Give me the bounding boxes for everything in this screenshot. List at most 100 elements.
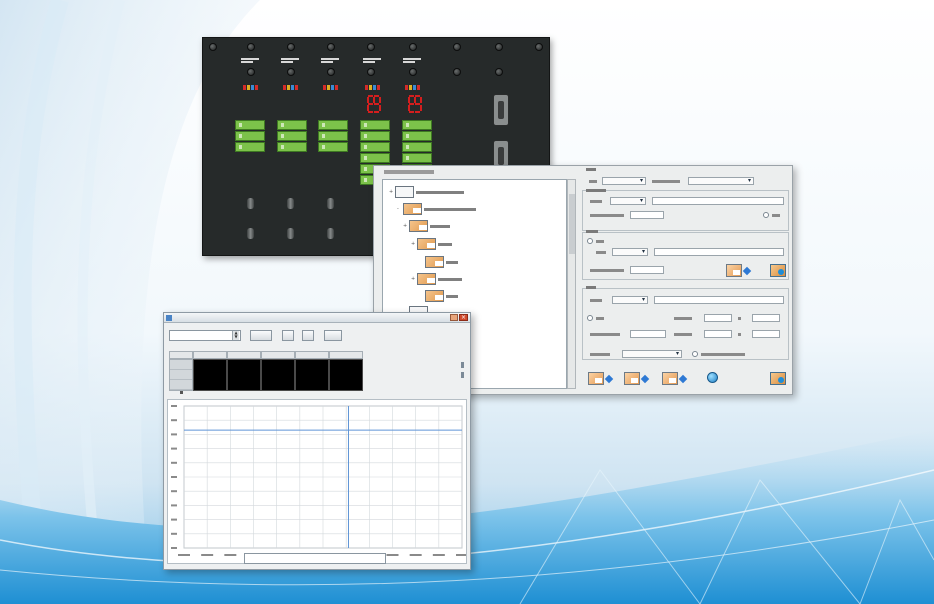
- field-label: [590, 200, 602, 203]
- serial-port: [493, 94, 509, 126]
- app-icon: [166, 315, 172, 321]
- text-input[interactable]: [752, 314, 780, 322]
- grid-column-header: [169, 351, 193, 359]
- radio-button[interactable]: [692, 351, 698, 357]
- card-slot-led: [360, 131, 390, 141]
- tree-node[interactable]: [419, 290, 458, 302]
- tree-node[interactable]: -: [397, 203, 476, 215]
- close-button[interactable]: ×: [459, 314, 468, 321]
- tree-node[interactable]: +: [403, 220, 450, 232]
- save-icon[interactable]: [770, 264, 786, 277]
- grid-cell[interactable]: [261, 359, 295, 391]
- x-tick-label: [386, 554, 399, 556]
- text-input[interactable]: [704, 330, 732, 338]
- grid-cell[interactable]: [227, 359, 261, 391]
- card-label: [403, 58, 421, 67]
- field-label: [596, 317, 604, 320]
- field-label: [674, 317, 692, 320]
- datetime-field[interactable]: [169, 330, 241, 341]
- folder-button[interactable]: [662, 372, 678, 385]
- folder-icon: [403, 203, 422, 215]
- text-input[interactable]: [630, 266, 664, 274]
- toolbar-button-3[interactable]: [302, 330, 314, 341]
- globe-icon[interactable]: [707, 372, 718, 383]
- fieldset-middle: [582, 232, 789, 280]
- text-input[interactable]: [654, 296, 784, 304]
- toolbar-button-1[interactable]: [250, 330, 272, 341]
- select-field[interactable]: [622, 350, 682, 358]
- grid-cell[interactable]: [193, 359, 227, 391]
- text-input[interactable]: [630, 211, 664, 219]
- card-slot-led: [277, 131, 307, 141]
- status-leds: [243, 85, 258, 90]
- diamond-arrow-icon: [604, 374, 614, 384]
- card-label: [321, 58, 339, 67]
- grid-row-label: [170, 360, 192, 370]
- panel-knob: [247, 228, 254, 239]
- text-input[interactable]: [630, 330, 666, 338]
- save-icon[interactable]: [770, 372, 786, 385]
- y-tick-label: [171, 447, 177, 450]
- radio-button[interactable]: [587, 238, 593, 244]
- screw-icon: [453, 43, 461, 51]
- datetime-spinner[interactable]: ▲ ▼: [232, 331, 239, 340]
- toolbar-button-4[interactable]: [324, 330, 342, 341]
- card-slot-led: [402, 153, 432, 163]
- radio-button[interactable]: [763, 212, 769, 218]
- select-field[interactable]: [688, 177, 754, 185]
- text-input[interactable]: [652, 197, 784, 205]
- screw-icon: [535, 43, 543, 51]
- field-label: [590, 214, 624, 217]
- folder-button[interactable]: [624, 372, 640, 385]
- toolbar-button-2[interactable]: [282, 330, 294, 341]
- text-input[interactable]: [704, 314, 732, 322]
- field-label: [596, 240, 604, 243]
- card-slot-led: [402, 120, 432, 130]
- panel-label: [586, 168, 596, 171]
- tree-node[interactable]: +: [389, 186, 464, 198]
- grid-cell[interactable]: [295, 359, 329, 391]
- x-tick-label: [456, 554, 468, 556]
- tree-node[interactable]: +: [411, 238, 452, 250]
- y-tick-label: [171, 518, 177, 521]
- tree-node[interactable]: +: [411, 273, 462, 285]
- folder-icon: [417, 273, 436, 285]
- grid-row-label: [170, 380, 192, 390]
- panel-knob: [327, 198, 334, 209]
- card-label: [241, 58, 259, 67]
- folder-button[interactable]: [726, 264, 742, 277]
- select-field[interactable]: [612, 296, 648, 304]
- side-scroll-arrows[interactable]: [460, 358, 465, 388]
- card-slot-led: [235, 131, 265, 141]
- select-field[interactable]: [602, 177, 646, 185]
- select-field[interactable]: [610, 197, 646, 205]
- minimize-button[interactable]: [450, 314, 458, 321]
- screw-icon: [327, 43, 335, 51]
- folder-icon: [417, 238, 436, 250]
- folder-icon: [425, 256, 444, 268]
- text-input[interactable]: [752, 330, 780, 338]
- tree-scrollbar[interactable]: [567, 179, 576, 389]
- screw-icon: [367, 43, 375, 51]
- grid-cell[interactable]: [329, 359, 363, 391]
- panel-knob: [287, 228, 294, 239]
- screw-icon: [409, 68, 417, 76]
- grid-column-header: [261, 351, 295, 359]
- title-bar[interactable]: ×: [164, 313, 470, 323]
- radio-button[interactable]: [587, 315, 593, 321]
- field-label: [589, 180, 597, 183]
- y-tick-label: [171, 532, 177, 535]
- card-slot-led: [277, 142, 307, 152]
- fieldset-label: [586, 230, 598, 233]
- card-slot-led: [318, 131, 348, 141]
- folder-button[interactable]: [588, 372, 604, 385]
- select-field[interactable]: [612, 248, 648, 256]
- tree-node[interactable]: [419, 256, 458, 268]
- screw-icon: [247, 43, 255, 51]
- monitor-window: × ▲ ▼: [163, 312, 471, 570]
- text-input[interactable]: [654, 248, 784, 256]
- field-label: [590, 333, 620, 336]
- x-tick-label: [224, 554, 237, 556]
- field-label: [596, 251, 606, 254]
- y-tick-label: [171, 433, 177, 436]
